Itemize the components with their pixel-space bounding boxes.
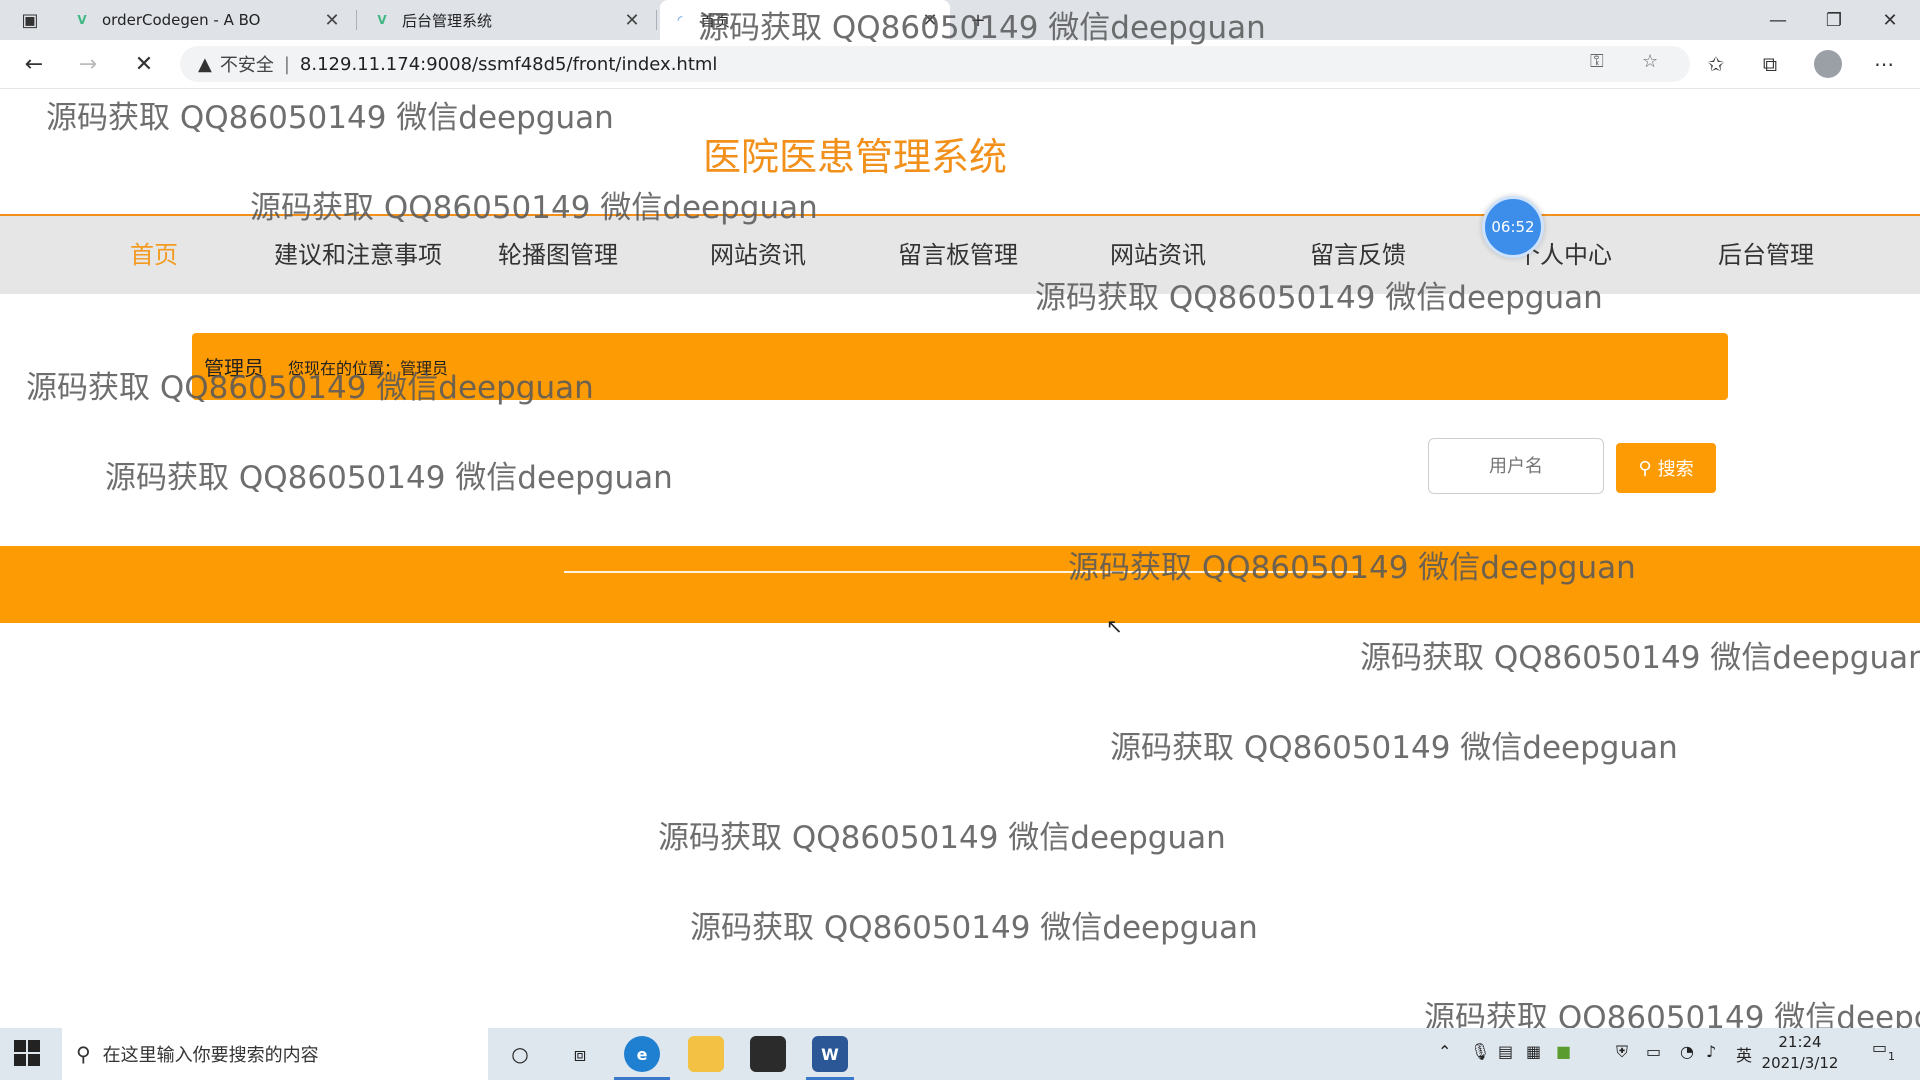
wifi-icon[interactable]: ◔ bbox=[1680, 1042, 1694, 1061]
tray-app-icon[interactable]: ▤ bbox=[1498, 1042, 1513, 1061]
volume-icon[interactable]: ♪ bbox=[1706, 1042, 1716, 1061]
nav-admin[interactable]: 后台管理 bbox=[1666, 216, 1866, 294]
address-toolbar: ← → ✕ ▲ 不安全 | 8.129.11.174:9008/ssmf48d5… bbox=[0, 40, 1920, 89]
recording-timer-badge[interactable]: 06:52 bbox=[1482, 196, 1544, 258]
word-icon[interactable]: W bbox=[812, 1036, 848, 1072]
battery-icon[interactable]: ▭ bbox=[1646, 1042, 1661, 1061]
stop-loading-icon[interactable]: ✕ bbox=[126, 48, 162, 80]
tab-actions-icon[interactable]: ▣ bbox=[0, 0, 60, 40]
watermark-text: 源码获取 QQ86050149 微信deepguan bbox=[1035, 280, 1603, 316]
cortana-icon[interactable]: ○ bbox=[500, 1036, 540, 1072]
windows-start-icon[interactable] bbox=[14, 1040, 40, 1066]
nvidia-icon[interactable]: ■ bbox=[1556, 1042, 1571, 1061]
ime-indicator[interactable]: 英 bbox=[1736, 1042, 1752, 1066]
vue-favicon-icon: V bbox=[77, 13, 87, 27]
show-hidden-icons-chevron-icon[interactable]: ⌃ bbox=[1438, 1042, 1451, 1061]
tab-ordercodegen[interactable]: V orderCodegen - A BO ✕ bbox=[62, 0, 352, 40]
url-text: 8.129.11.174:9008/ssmf48d5/front/index.h… bbox=[299, 53, 718, 75]
store-icon[interactable] bbox=[750, 1036, 786, 1072]
security-shield-icon[interactable]: ⛨ bbox=[1616, 1042, 1628, 1062]
username-search-input[interactable] bbox=[1428, 438, 1604, 494]
search-icon: ⚲ bbox=[1638, 457, 1652, 479]
nav-suggestions[interactable]: 建议和注意事项 bbox=[258, 216, 458, 294]
search-button-label: 搜索 bbox=[1657, 459, 1694, 480]
file-explorer-icon[interactable] bbox=[688, 1036, 724, 1072]
nav-message-board[interactable]: 留言板管理 bbox=[858, 216, 1058, 294]
minimize-icon[interactable]: — bbox=[1750, 0, 1806, 40]
watermark-text: 源码获取 QQ86050149 微信deepguan bbox=[690, 910, 1258, 946]
main-nav: 首页 建议和注意事项 轮播图管理 网站资讯 留言板管理 网站资讯 留言反馈 个人… bbox=[0, 216, 1920, 294]
search-button[interactable]: ⚲ 搜索 bbox=[1616, 443, 1716, 493]
tray-display-icon[interactable]: ▦ bbox=[1526, 1042, 1541, 1061]
address-separator: | bbox=[283, 53, 290, 75]
nav-carousel[interactable]: 轮播图管理 bbox=[458, 216, 658, 294]
mouse-cursor-icon: ↖ bbox=[1106, 614, 1123, 638]
watermark-text: 源码获取 QQ86050149 微信deepguan bbox=[250, 190, 818, 226]
add-favorite-icon[interactable]: ☆ bbox=[1642, 51, 1658, 72]
microphone-icon[interactable]: 🎙 bbox=[1470, 1042, 1490, 1061]
key-icon[interactable]: ⚿ bbox=[1590, 51, 1604, 72]
vue-favicon-icon: V bbox=[377, 13, 387, 27]
address-bar[interactable]: ▲ 不安全 | 8.129.11.174:9008/ssmf48d5/front… bbox=[180, 46, 1690, 82]
notification-count: 1 bbox=[1888, 1050, 1895, 1063]
clock-time: 21:24 bbox=[1778, 1033, 1822, 1051]
search-icon: ⚲ bbox=[76, 1042, 91, 1066]
tab-title: orderCodegen - A BO bbox=[102, 11, 261, 29]
taskbar-search-box[interactable]: ⚲ 在这里输入你要搜索的内容 bbox=[62, 1028, 488, 1080]
forward-arrow-icon[interactable]: → bbox=[70, 48, 106, 80]
warning-triangle-icon: ▲ bbox=[198, 53, 212, 75]
watermark-text: 源码获取 QQ86050149 微信deepguan bbox=[698, 10, 1266, 46]
watermark-text: 源码获取 QQ86050149 微信deepguan bbox=[658, 820, 1226, 856]
watermark-text: 源码获取 QQ86050149 微信deepguan bbox=[1068, 550, 1636, 586]
back-arrow-icon[interactable]: ← bbox=[16, 48, 52, 80]
tab-close-icon[interactable]: ✕ bbox=[622, 10, 642, 31]
collections-icon[interactable]: ⧉ bbox=[1754, 50, 1786, 78]
watermark-text: 源码获取 QQ86050149 微信deepguan bbox=[105, 460, 673, 496]
loading-spinner-icon: ◜ bbox=[677, 13, 683, 27]
edge-browser-icon[interactable]: e bbox=[624, 1036, 660, 1072]
watermark-text: 源码获取 QQ86050149 微信deepguan bbox=[1360, 640, 1920, 676]
tab-admin-system[interactable]: V 后台管理系统 ✕ bbox=[362, 0, 652, 40]
favorites-icon[interactable]: ✩ bbox=[1700, 50, 1732, 78]
task-view-icon[interactable]: ⧈ bbox=[560, 1036, 600, 1072]
tab-divider bbox=[356, 10, 357, 30]
watermark-text: 源码获取 QQ86050149 微信deepguan bbox=[26, 370, 594, 406]
watermark-text: 源码获取 QQ86050149 微信deepguan bbox=[1110, 730, 1678, 766]
windows-taskbar: ⚲ 在这里输入你要搜索的内容 ○ ⧈ e W ⌃ 🎙 ▤ ▦ ■ ⛨ ▭ ◔ ♪… bbox=[0, 1028, 1920, 1080]
tab-title: 后台管理系统 bbox=[402, 11, 493, 30]
clock-date: 2021/3/12 bbox=[1761, 1054, 1839, 1072]
insecure-label: 不安全 bbox=[219, 55, 274, 76]
taskbar-search-placeholder: 在这里输入你要搜索的内容 bbox=[102, 1045, 319, 1066]
restore-icon[interactable]: ❐ bbox=[1806, 0, 1862, 40]
close-window-icon[interactable]: ✕ bbox=[1862, 0, 1918, 40]
nav-home[interactable]: 首页 bbox=[54, 216, 254, 294]
tab-divider bbox=[656, 10, 657, 30]
watermark-text: 源码获取 QQ86050149 微信deepguan bbox=[46, 100, 614, 136]
nav-news[interactable]: 网站资讯 bbox=[658, 216, 858, 294]
tab-close-icon[interactable]: ✕ bbox=[322, 10, 342, 31]
profile-avatar[interactable] bbox=[1814, 50, 1842, 78]
system-clock[interactable]: 21:24 2021/3/12 bbox=[1752, 1032, 1848, 1074]
more-menu-icon[interactable]: ⋯ bbox=[1868, 50, 1900, 78]
notification-center-icon[interactable]: ▭ bbox=[1872, 1038, 1887, 1057]
